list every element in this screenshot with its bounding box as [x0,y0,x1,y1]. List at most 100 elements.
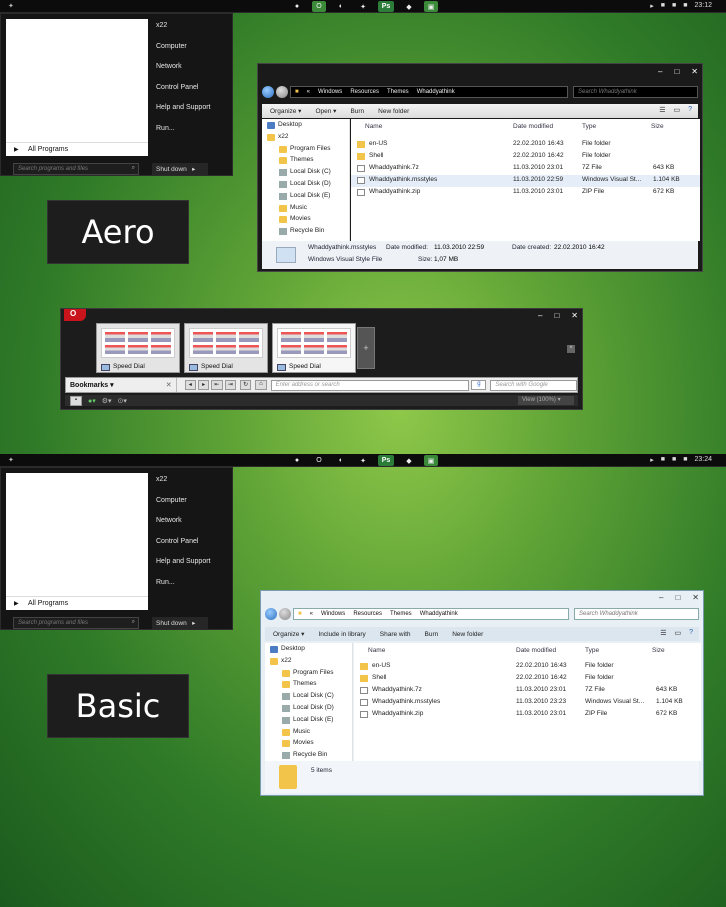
start-search-input[interactable]: Search programs and files ⌕ [13,617,139,629]
tray-icon[interactable]: ■ [661,2,665,10]
explorer-taskbar-icon[interactable]: ▣ [424,455,438,466]
start-item-help[interactable]: Help and Support [156,558,210,579]
help-icon[interactable]: ? [689,629,693,637]
taskbar-app-icon[interactable]: ◐ [334,1,348,12]
preview-pane-icon[interactable]: ▭ [673,106,680,114]
column-header-size[interactable]: Size [652,647,665,654]
tab-speed-dial[interactable]: Speed Dial [184,323,268,373]
taskbar-app-icon[interactable]: ◆ [402,1,416,12]
nav-item[interactable]: Program Files [262,145,349,157]
address-bar[interactable]: ■ « Windows Resources Themes Whaddyathin… [293,608,569,620]
breadcrumb-item[interactable]: Whaddyathink [420,611,458,617]
start-item-computer[interactable]: Computer [156,497,210,518]
close-button[interactable]: ✕ [571,311,578,320]
views-icon[interactable]: ☰ [659,106,665,114]
file-row[interactable]: Whaddyathink.zip 11.03.2010 23:01 ZIP File… [354,709,701,721]
taskbar-app-icon[interactable]: ✦ [356,455,370,466]
new-tab-button[interactable]: + [357,327,375,369]
tab-speed-dial-active[interactable]: Speed Dial [272,323,356,373]
photoshop-taskbar-icon[interactable]: Ps [378,1,394,12]
google-search-engine-icon[interactable]: g [471,380,487,390]
start-search-input[interactable]: Search programs and files ⌕ [13,163,139,175]
column-header-date[interactable]: Date modified [516,647,556,654]
search-input[interactable]: Search Whaddyathink [574,608,699,620]
taskbar-app-icon[interactable]: ✦ [356,1,370,12]
shutdown-button[interactable]: Shut down ▸ [152,617,208,629]
flag-icon[interactable]: ▸ [650,456,654,464]
rewind-button[interactable]: ⇤ [211,380,223,390]
column-header-name[interactable]: Name [368,647,385,654]
forward-button[interactable] [279,608,291,620]
nav-item[interactable]: Themes [265,680,352,692]
zoom-control[interactable]: View (100%) ▾ [518,396,574,405]
volume-icon[interactable]: ■ [683,2,687,10]
back-button[interactable] [262,86,274,98]
forward-button[interactable]: ▸ [197,380,210,390]
nav-item[interactable]: Movies [262,215,349,227]
taskbar-app-icon[interactable]: ◆ [402,455,416,466]
nav-item[interactable]: Local Disk (C) [265,692,352,704]
address-bar[interactable]: ■ « Windows Resources Themes Whaddyathin… [290,86,568,98]
burn-button[interactable]: Burn [350,108,364,115]
panel-toggle-icon[interactable]: ▪ [70,395,82,406]
fast-forward-button[interactable]: ⇥ [224,380,236,390]
breadcrumb-item[interactable]: Resources [353,611,382,617]
share-with-button[interactable]: Share with [380,631,411,638]
file-row[interactable]: Whaddyathink.msstyles 11.03.2010 23:23 Win… [354,697,701,709]
breadcrumb-item[interactable]: Windows [321,611,345,617]
taskbar-app-icon[interactable]: ● [290,455,304,466]
start-item-network[interactable]: Network [156,517,210,538]
tray-icon[interactable]: ■ [672,456,676,464]
start-item-control-panel[interactable]: Control Panel [156,84,210,105]
start-item-help[interactable]: Help and Support [156,104,210,125]
clock[interactable]: 23:12 [694,2,712,10]
nav-item[interactable]: Local Disk (E) [262,192,349,204]
breadcrumb-item[interactable]: Themes [390,611,412,617]
new-folder-button[interactable]: New folder [452,631,483,638]
nav-item[interactable]: Program Files [265,669,352,681]
start-item-user[interactable]: x22 [156,22,210,43]
back-button[interactable]: ◂ [184,380,196,390]
column-header-type[interactable]: Type [585,647,599,654]
turbo-icon[interactable]: ⚙▾ [102,397,112,405]
all-programs[interactable]: ▶ All Programs [6,596,148,610]
breadcrumb-item[interactable]: Windows [318,89,342,95]
column-header-date[interactable]: Date modified [513,123,553,130]
volume-icon[interactable]: ■ [683,456,687,464]
photoshop-taskbar-icon[interactable]: Ps [378,455,394,466]
nav-item[interactable]: Desktop [265,645,352,657]
nav-item[interactable]: Themes [262,156,349,168]
all-programs[interactable]: ▶ All Programs [6,142,148,156]
nav-item[interactable]: Movies [265,739,352,751]
help-icon[interactable]: ? [688,106,692,114]
burn-button[interactable]: Burn [425,631,439,638]
organize-button[interactable]: Organize ▾ [273,630,304,638]
opera-taskbar-icon[interactable]: O [312,1,326,12]
opera-unite-icon[interactable]: ●▾ [88,397,96,405]
nav-item[interactable]: Local Disk (C) [262,168,349,180]
include-in-library-button[interactable]: Include in library [318,631,365,638]
maximize-button[interactable]: □ [554,311,559,320]
organize-button[interactable]: Organize ▾ [270,107,301,115]
tab-speed-dial[interactable]: Speed Dial [96,323,180,373]
breadcrumb-item[interactable]: Resources [350,89,379,95]
file-row[interactable]: en-US 22.02.2010 16:43 File folder [351,139,700,151]
forward-button[interactable] [276,86,288,98]
opera-taskbar-icon[interactable]: O [312,455,326,466]
minimize-button[interactable]: – [538,311,542,320]
bookmarks-panel-header[interactable]: Bookmarks ▾ ✕ [66,378,177,392]
breadcrumb-item[interactable]: Themes [387,89,409,95]
tray-icon[interactable]: ■ [661,456,665,464]
start-item-control-panel[interactable]: Control Panel [156,538,210,559]
nav-item[interactable]: Music [262,204,349,216]
open-button[interactable]: Open ▾ [315,107,336,115]
breadcrumb-item[interactable]: Whaddyathink [417,89,455,95]
tray-icon[interactable]: ■ [672,2,676,10]
explorer-taskbar-icon[interactable]: ▣ [424,1,438,12]
nav-item[interactable]: x22 [265,657,352,669]
nav-item[interactable]: x22 [262,133,349,145]
nav-item[interactable]: Desktop [262,121,349,133]
reload-button[interactable]: ↻ [239,380,252,390]
start-item-computer[interactable]: Computer [156,43,210,64]
nav-item[interactable]: Local Disk (D) [262,180,349,192]
